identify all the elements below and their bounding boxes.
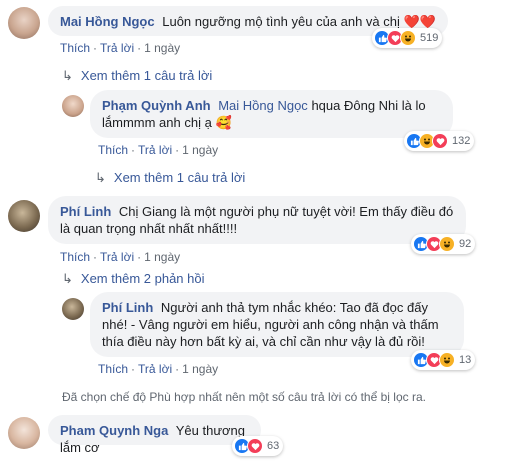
timestamp[interactable]: 1 ngày (144, 250, 180, 264)
timestamp[interactable]: 1 ngày (182, 362, 218, 376)
reaction-summary[interactable]: 63 (232, 436, 284, 456)
filter-note: Đã chọn chế độ Phù hợp nhất nên một số c… (62, 390, 426, 404)
reaction-count: 92 (459, 238, 472, 250)
comment-bubble: Phạm Quỳnh Anh Mai Hồng Ngọc hqua Đông N… (90, 90, 453, 138)
comment-text: Chị Giang là một người phụ nữ tuyệt vời!… (60, 204, 454, 236)
comment-actions: Thích · Trả lời · 1 ngày (98, 362, 219, 376)
avatar[interactable] (62, 95, 84, 117)
haha-icon (439, 352, 455, 368)
view-more-replies[interactable]: ↳ Xem thêm 2 phản hồi (62, 271, 204, 287)
mention-link[interactable]: Mai Hồng Ngọc (218, 98, 308, 113)
reply-link[interactable]: Trả lời (138, 143, 172, 157)
avatar[interactable] (8, 200, 40, 232)
like-link[interactable]: Thích (98, 362, 128, 376)
reaction-summary[interactable]: 132 (404, 131, 475, 151)
reply-link[interactable]: Trả lời (138, 362, 172, 376)
reaction-summary[interactable]: 519 (372, 28, 443, 48)
reaction-count: 63 (267, 440, 280, 452)
like-link[interactable]: Thích (60, 41, 90, 55)
timestamp[interactable]: 1 ngày (144, 41, 180, 55)
comment-bubble: Phí Linh Chị Giang là một người phụ nữ t… (48, 196, 466, 244)
haha-icon (400, 30, 416, 46)
reaction-summary[interactable]: 13 (411, 350, 476, 370)
smiling-hearts-emoji: 🥰 (215, 115, 232, 130)
comment-author[interactable]: Pham Quynh Nga (60, 423, 168, 438)
comment-text: Luôn ngưỡng mộ tình yêu của anh và chị (162, 14, 400, 29)
heart-emoji: ❤️❤️ (403, 14, 436, 29)
view-more-replies[interactable]: ↳ Xem thêm 1 câu trả lời (62, 68, 212, 84)
comment-bubble: Phí Linh Người anh thả tym nhắc khéo: Ta… (90, 292, 464, 357)
timestamp[interactable]: 1 ngày (182, 143, 218, 157)
comment-actions: Thích · Trả lời · 1 ngày (60, 250, 181, 264)
reply-link[interactable]: Trả lời (100, 250, 134, 264)
avatar[interactable] (8, 7, 40, 39)
reply-arrow-icon: ↳ (62, 68, 73, 83)
like-link[interactable]: Thích (98, 143, 128, 157)
reaction-count: 132 (452, 135, 471, 147)
view-more-replies[interactable]: ↳ Xem thêm 1 câu trả lời (95, 170, 245, 186)
comment-author[interactable]: Phạm Quỳnh Anh (102, 98, 211, 113)
reaction-count: 13 (459, 354, 472, 366)
love-icon (432, 133, 448, 149)
reaction-summary[interactable]: 92 (411, 234, 476, 254)
comment-bubble: Pham Quynh Nga Yêu thương lắm cơ (48, 415, 261, 455)
comment-actions: Thích · Trả lời · 1 ngày (98, 143, 219, 157)
avatar[interactable] (62, 298, 84, 320)
reply-arrow-icon: ↳ (95, 170, 106, 185)
haha-icon (439, 236, 455, 252)
comment-author[interactable]: Mai Hồng Ngọc (60, 14, 155, 29)
comment-author[interactable]: Phí Linh (102, 300, 153, 315)
reply-arrow-icon: ↳ (62, 271, 73, 286)
like-link[interactable]: Thích (60, 250, 90, 264)
reaction-count: 519 (420, 32, 439, 44)
reply-link[interactable]: Trả lời (100, 41, 134, 55)
avatar[interactable] (8, 417, 40, 449)
love-icon (247, 438, 263, 454)
comment-author[interactable]: Phí Linh (60, 204, 111, 219)
comment-actions: Thích · Trả lời · 1 ngày (60, 41, 181, 55)
